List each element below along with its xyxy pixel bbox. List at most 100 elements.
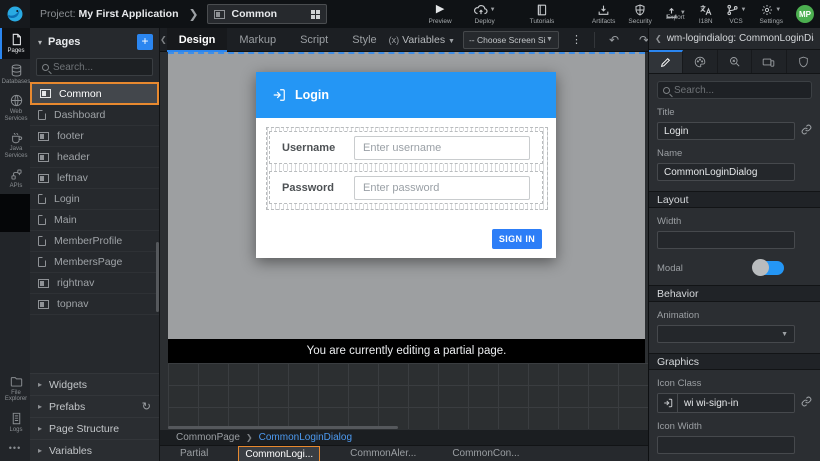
refresh-icon[interactable]: ↻ — [142, 400, 151, 413]
doc-tab-commonalertdialog[interactable]: CommonAler... — [344, 446, 422, 461]
export-button[interactable]: ▼ Export — [665, 0, 686, 28]
dialog-header[interactable]: Login — [256, 72, 556, 118]
user-avatar[interactable]: MP — [796, 5, 814, 23]
tab-events[interactable] — [718, 50, 752, 73]
book-icon — [536, 4, 548, 16]
tab-security[interactable] — [787, 50, 820, 73]
breadcrumb-chevron-icon: ❯ — [188, 7, 198, 21]
page-item-topnav[interactable]: topnav — [30, 294, 159, 315]
doc-tab-partial[interactable]: Partial — [174, 446, 214, 461]
rail-item-file-explorer[interactable]: File Explorer — [0, 370, 30, 407]
layout-section-header[interactable]: Layout — [649, 191, 820, 208]
page-surface[interactable]: Login Username Password SIGN IN — [168, 52, 645, 339]
animation-select[interactable]: ▼ — [657, 325, 795, 343]
canvas-horizontal-scrollbar[interactable] — [168, 426, 398, 429]
page-item-leftnav[interactable]: leftnav — [30, 168, 159, 189]
name-property-input[interactable] — [657, 163, 795, 181]
width-property-input[interactable] — [657, 231, 795, 249]
rail-more-button[interactable]: ••• — [0, 437, 30, 461]
grid-view-icon[interactable] — [311, 10, 320, 19]
graphics-section-header[interactable]: Graphics — [649, 353, 820, 370]
properties-search-input[interactable] — [674, 85, 806, 96]
page-selector-value: Common — [232, 8, 304, 20]
deploy-button[interactable]: ▼ Deploy — [474, 0, 496, 28]
login-dialog-widget[interactable]: Login Username Password SIGN IN — [256, 72, 556, 258]
expand-triangle-icon: ▸ — [38, 446, 42, 455]
artifacts-button[interactable]: Artifacts — [592, 0, 615, 28]
tab-styles[interactable] — [683, 50, 717, 73]
bind-link-icon[interactable] — [801, 122, 812, 140]
rail-item-logs[interactable]: Logs — [0, 407, 30, 438]
tab-design[interactable]: Design — [167, 28, 228, 52]
search-icon — [663, 87, 670, 94]
rail-item-java-services[interactable]: Java Services — [0, 126, 30, 163]
pages-search-input[interactable] — [53, 62, 147, 73]
username-form-row[interactable]: Username — [269, 131, 543, 164]
page-item-dashboard[interactable]: Dashboard — [30, 105, 159, 126]
properties-search-box[interactable] — [657, 81, 812, 99]
doc-tab-commonconfirmdialog[interactable]: CommonCon... — [446, 446, 525, 461]
wavemaker-logo[interactable] — [0, 0, 30, 28]
section-widgets[interactable]: ▸Widgets — [30, 373, 159, 395]
page-item-memberprofile[interactable]: MemberProfile — [30, 231, 159, 252]
modal-toggle-on[interactable] — [754, 261, 784, 275]
variables-dropdown[interactable]: (x) Variables ▼ — [389, 34, 455, 46]
magnifier-x-icon — [729, 56, 741, 68]
password-form-row[interactable]: Password — [269, 171, 543, 204]
page-item-login[interactable]: Login — [30, 189, 159, 210]
page-item-main[interactable]: Main — [30, 210, 159, 231]
title-property-input[interactable] — [657, 122, 795, 140]
page-item-header[interactable]: header — [30, 147, 159, 168]
design-canvas[interactable]: Login Username Password SIGN IN — [160, 52, 648, 430]
section-variables[interactable]: ▸Variables — [30, 439, 159, 461]
rail-item-web-services[interactable]: Web Services — [0, 89, 30, 126]
collapse-left-icon[interactable]: ❮ — [160, 35, 167, 44]
page-item-memberspage[interactable]: MembersPage — [30, 252, 159, 273]
tutorials-button[interactable]: Tutorials — [530, 0, 555, 28]
username-input[interactable] — [354, 136, 530, 160]
page-selector-dropdown[interactable]: Common — [207, 4, 327, 24]
doc-tab-commonlogindialog[interactable]: CommonLogi... — [238, 446, 320, 461]
icon-class-input[interactable] — [678, 394, 794, 412]
screen-size-select[interactable]: -- Choose Screen Size -- ▼ — [463, 31, 559, 49]
tab-script[interactable]: Script — [288, 28, 340, 52]
tab-devices[interactable] — [752, 50, 786, 73]
globe-icon — [10, 94, 23, 107]
settings-button[interactable]: ▼ Settings — [760, 0, 784, 28]
tab-style[interactable]: Style — [340, 28, 388, 52]
dialog-form-container[interactable]: Username Password — [266, 127, 548, 210]
tab-properties[interactable] — [649, 50, 683, 73]
bind-link-icon[interactable] — [801, 394, 812, 412]
breadcrumb-parent[interactable]: CommonPage — [176, 432, 240, 443]
page-item-footer[interactable]: footer — [30, 126, 159, 147]
password-input[interactable] — [354, 176, 530, 200]
add-page-button[interactable]: + — [137, 34, 153, 50]
rail-item-databases[interactable]: Databases — [0, 59, 30, 90]
branch-icon — [726, 4, 739, 16]
breadcrumb-current[interactable]: CommonLoginDialog — [259, 432, 352, 443]
pages-scrollbar[interactable] — [156, 242, 159, 312]
pages-panel-title: Pages — [48, 36, 137, 48]
page-item-common[interactable]: Common — [30, 82, 159, 105]
behavior-section-header[interactable]: Behavior — [649, 285, 820, 302]
collapse-panel-icon[interactable]: ❮ — [655, 34, 662, 43]
undo-button[interactable]: ↶ — [603, 33, 625, 47]
preview-button[interactable]: ▶ Preview — [429, 0, 452, 28]
sign-in-button[interactable]: SIGN IN — [492, 229, 542, 249]
more-options-button[interactable]: ⋮ — [567, 33, 586, 46]
security-button[interactable]: Security — [628, 0, 651, 28]
rail-item-pages[interactable]: Pages — [0, 28, 30, 59]
tab-markup[interactable]: Markup — [227, 28, 288, 52]
section-page-structure[interactable]: ▸Page Structure — [30, 417, 159, 439]
section-prefabs[interactable]: ▸Prefabs↻ — [30, 395, 159, 417]
vcs-button[interactable]: ▼ VCS — [726, 0, 747, 28]
rail-item-apis[interactable]: APIs — [0, 163, 30, 194]
i18n-button[interactable]: I18N — [699, 0, 713, 28]
pages-search-box[interactable] — [36, 58, 153, 76]
collapse-triangle-icon[interactable]: ▾ — [38, 38, 42, 47]
caret-down-icon: ▼ — [546, 36, 553, 43]
expand-triangle-icon: ▸ — [38, 424, 42, 433]
animation-property-label: Animation — [657, 310, 812, 321]
page-item-rightnav[interactable]: rightnav — [30, 273, 159, 294]
icon-width-property-input[interactable] — [657, 436, 795, 454]
